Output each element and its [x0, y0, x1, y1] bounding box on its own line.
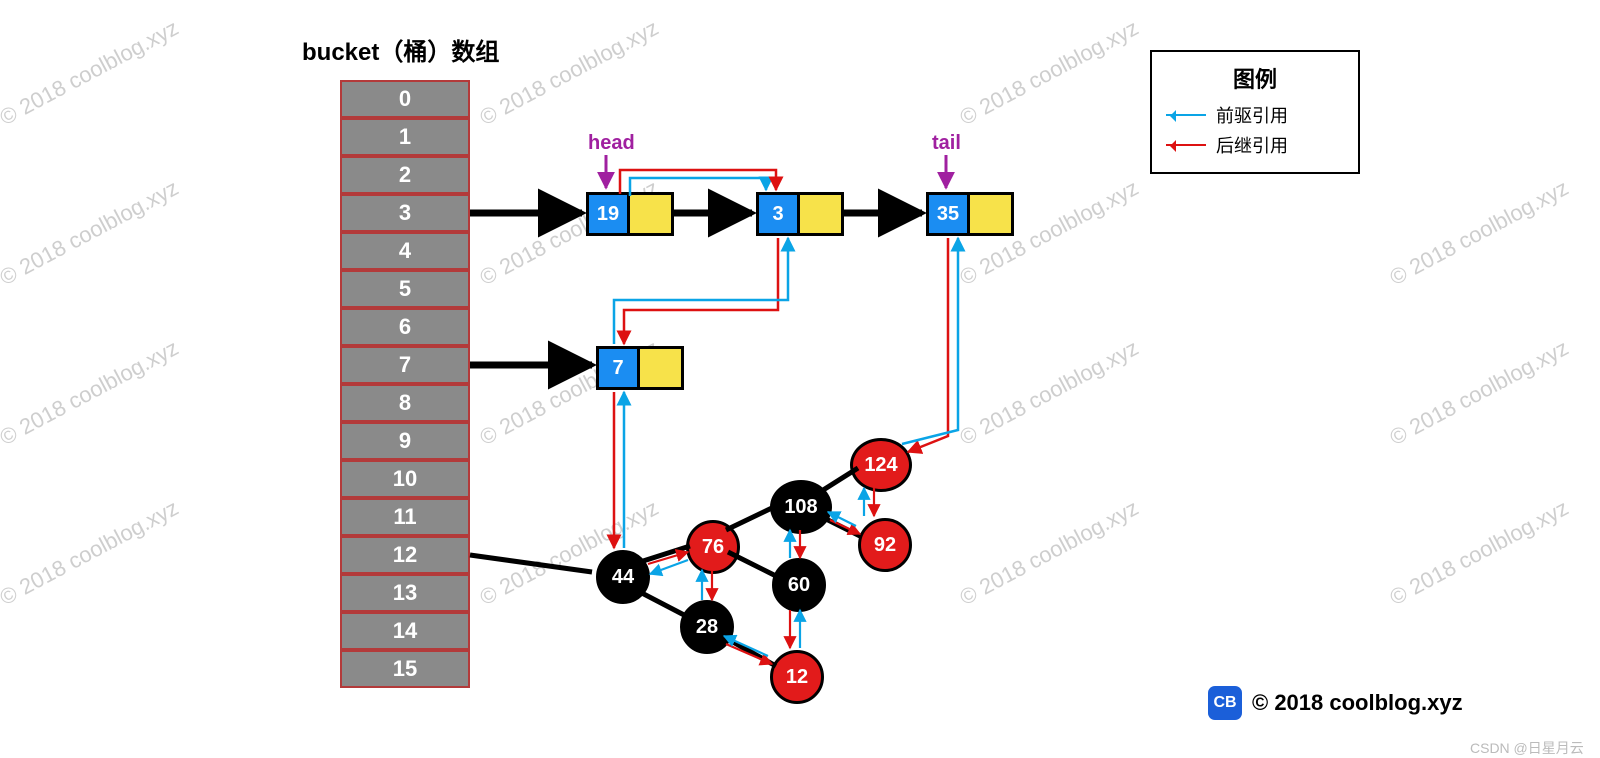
next-108-92	[830, 520, 860, 534]
bucket-13: 13	[340, 574, 470, 612]
watermark: © 2018 coolblog.xyz	[1386, 495, 1573, 611]
csdn-attribution: CSDN @日星月云	[1470, 738, 1584, 758]
watermark: © 2018 coolblog.xyz	[476, 15, 663, 131]
bucket-2: 2	[340, 156, 470, 194]
legend-prev-label: 前驱引用	[1216, 102, 1288, 128]
tree-node-92: 92	[858, 518, 912, 572]
credit-text: © 2018 coolblog.xyz	[1252, 690, 1463, 716]
bucket-1: 1	[340, 118, 470, 156]
tree-node-44: 44	[596, 550, 650, 604]
next-28-12	[726, 644, 772, 664]
legend-prev-arrow-icon	[1166, 114, 1206, 116]
tree-node-12: 12	[770, 650, 824, 704]
bucket-array-title: bucket（桶）数组	[302, 32, 499, 67]
edge-bucket12-to-tree	[470, 555, 592, 572]
bucket-8: 8	[340, 384, 470, 422]
bucket-6: 6	[340, 308, 470, 346]
list-node-next	[630, 192, 674, 236]
edge-44-76	[640, 546, 690, 562]
tree-node-76: 76	[686, 520, 740, 574]
bucket-14: 14	[340, 612, 470, 650]
tree-node-124: 124	[850, 438, 912, 492]
watermark: © 2018 coolblog.xyz	[956, 495, 1143, 611]
watermark: © 2018 coolblog.xyz	[956, 335, 1143, 451]
legend-prev-row: 前驱引用	[1166, 102, 1344, 128]
prev-7-to-3	[614, 238, 788, 344]
list-node-value: 19	[586, 192, 630, 236]
list-node-next	[640, 346, 684, 390]
watermark: © 2018 coolblog.xyz	[1386, 175, 1573, 291]
bucket-9: 9	[340, 422, 470, 460]
bucket-5: 5	[340, 270, 470, 308]
next-44-76	[648, 552, 688, 564]
bucket-0: 0	[340, 80, 470, 118]
watermark: © 2018 coolblog.xyz	[956, 15, 1143, 131]
legend-next-label: 后继引用	[1216, 132, 1288, 158]
bucket-11: 11	[340, 498, 470, 536]
prev-124-to-35	[902, 238, 958, 444]
bucket-12: 12	[340, 536, 470, 574]
list-node-next	[970, 192, 1014, 236]
legend-next-arrow-icon	[1166, 144, 1206, 146]
legend-box: 图例 前驱引用 后继引用	[1150, 50, 1360, 174]
watermark: © 2018 coolblog.xyz	[0, 495, 183, 611]
list-node-19: 19	[586, 192, 674, 236]
bucket-15: 15	[340, 650, 470, 688]
prev-76-44	[650, 560, 688, 574]
list-node-3: 3	[756, 192, 844, 236]
list-node-value: 7	[596, 346, 640, 390]
bucket-7: 7	[340, 346, 470, 384]
watermark: © 2018 coolblog.xyz	[0, 335, 183, 451]
head-label: head	[588, 132, 635, 155]
legend-title: 图例	[1166, 62, 1344, 94]
next-19-to-3	[620, 170, 776, 194]
next-35-to-124	[908, 238, 948, 452]
tree-node-108: 108	[770, 480, 832, 534]
bucket-10: 10	[340, 460, 470, 498]
bucket-3: 3	[340, 194, 470, 232]
list-node-7: 7	[596, 346, 684, 390]
list-node-35: 35	[926, 192, 1014, 236]
tree-node-28: 28	[680, 600, 734, 654]
list-node-next	[800, 192, 844, 236]
watermark: © 2018 coolblog.xyz	[1386, 335, 1573, 451]
watermark: © 2018 coolblog.xyz	[0, 15, 183, 131]
tree-node-60: 60	[772, 558, 826, 612]
list-node-value: 35	[926, 192, 970, 236]
edge-76-108	[726, 506, 776, 530]
next-3-to-7	[624, 238, 778, 344]
diagram-canvas: © 2018 coolblog.xyz © 2018 coolblog.xyz …	[0, 0, 1600, 758]
bucket-4: 4	[340, 232, 470, 270]
legend-next-row: 后继引用	[1166, 132, 1344, 158]
credit-badge-icon: CB	[1208, 686, 1242, 720]
prev-92-108	[828, 512, 856, 526]
tail-label: tail	[932, 132, 961, 155]
list-node-value: 3	[756, 192, 800, 236]
arrows-overlay	[0, 0, 1600, 758]
watermark: © 2018 coolblog.xyz	[0, 175, 183, 291]
